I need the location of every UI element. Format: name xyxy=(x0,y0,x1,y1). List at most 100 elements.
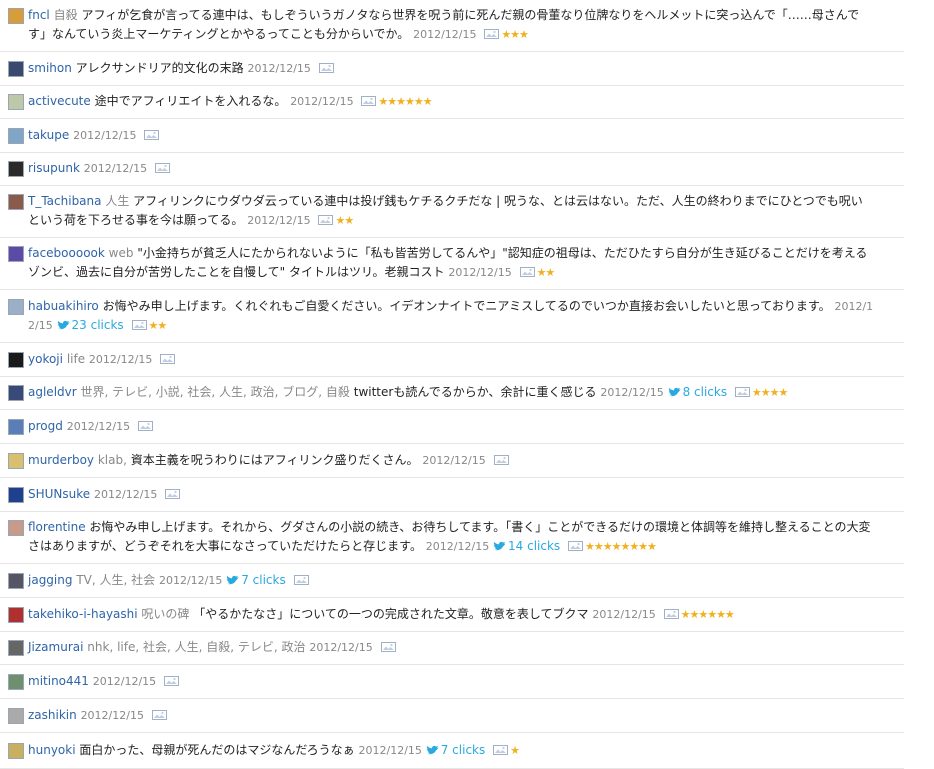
image-icon[interactable] xyxy=(568,538,584,551)
star-rating[interactable]: ★★★★ xyxy=(752,386,788,399)
username-link[interactable]: Jizamurai xyxy=(28,640,83,654)
image-icon[interactable] xyxy=(663,606,679,619)
timestamp[interactable]: 2012/12/15 xyxy=(413,28,476,41)
avatar[interactable] xyxy=(8,128,24,144)
avatar[interactable] xyxy=(8,419,24,435)
image-icon[interactable] xyxy=(144,127,160,140)
image-icon[interactable] xyxy=(493,452,509,465)
star-rating[interactable]: ★★★★★★ xyxy=(378,95,432,108)
username-link[interactable]: mitino441 xyxy=(28,674,89,688)
timestamp[interactable]: 2012/12/15 xyxy=(290,95,353,108)
star-rating[interactable]: ★★ xyxy=(149,319,168,332)
timestamp[interactable]: 2012/12/15 xyxy=(422,454,485,467)
image-icon[interactable] xyxy=(734,384,750,397)
tags[interactable]: 呪いの碑 xyxy=(141,607,189,621)
tweet-clicks-link[interactable]: 8 clicks xyxy=(668,385,727,399)
timestamp[interactable]: 2012/12/15 xyxy=(600,386,663,399)
username-link[interactable]: agleldvr xyxy=(28,385,77,399)
timestamp[interactable]: 2012/12/15 xyxy=(309,641,372,654)
star-rating[interactable]: ★★ xyxy=(537,266,556,279)
username-link[interactable]: T_Tachibana xyxy=(28,194,102,208)
avatar[interactable] xyxy=(8,607,24,623)
timestamp[interactable]: 2012/12/15 xyxy=(359,744,422,757)
timestamp[interactable]: 2012/12/15 xyxy=(592,608,655,621)
tags[interactable]: 自殺 xyxy=(54,8,78,22)
avatar[interactable] xyxy=(8,61,24,77)
tags[interactable]: klab, xyxy=(98,453,127,467)
tags[interactable]: nhk, life, 社会, 人生, 自殺, テレビ, 政治 xyxy=(87,640,305,654)
tags[interactable]: life xyxy=(67,352,85,366)
tweet-clicks-link[interactable]: 14 clicks xyxy=(493,539,560,553)
avatar[interactable] xyxy=(8,520,24,536)
image-icon[interactable] xyxy=(361,93,377,106)
username-link[interactable]: zashikin xyxy=(28,708,77,722)
timestamp[interactable]: 2012/12/15 xyxy=(426,540,489,553)
timestamp[interactable]: 2012/12/15 xyxy=(81,709,144,722)
tweet-clicks-link[interactable]: 23 clicks xyxy=(57,318,124,332)
image-icon[interactable] xyxy=(519,264,535,277)
username-link[interactable]: smihon xyxy=(28,61,72,75)
username-link[interactable]: florentine xyxy=(28,520,86,534)
image-icon[interactable] xyxy=(484,26,500,39)
tags[interactable]: 人生 xyxy=(105,194,129,208)
username-link[interactable]: takehiko-i-hayashi xyxy=(28,607,138,621)
image-icon[interactable] xyxy=(137,418,153,431)
tags[interactable]: web xyxy=(109,246,134,260)
avatar[interactable] xyxy=(8,161,24,177)
star-rating[interactable]: ★★★★★★ xyxy=(681,608,735,621)
tweet-clicks-link[interactable]: 7 clicks xyxy=(226,573,286,587)
avatar[interactable] xyxy=(8,743,24,759)
tweet-clicks-link[interactable]: 7 clicks xyxy=(426,743,485,757)
image-icon[interactable] xyxy=(163,673,179,686)
timestamp[interactable]: 2012/12/15 xyxy=(94,488,157,501)
timestamp[interactable]: 2012/12/15 xyxy=(67,420,130,433)
avatar[interactable] xyxy=(8,573,24,589)
username-link[interactable]: risupunk xyxy=(28,161,80,175)
avatar[interactable] xyxy=(8,674,24,690)
username-link[interactable]: yokoji xyxy=(28,352,63,366)
avatar[interactable] xyxy=(8,194,24,210)
image-icon[interactable] xyxy=(151,707,167,720)
username-link[interactable]: habuakihiro xyxy=(28,299,99,313)
star-rating[interactable]: ★★★★★★★★ xyxy=(585,540,657,553)
timestamp[interactable]: 2012/12/15 xyxy=(73,129,136,142)
timestamp[interactable]: 2012/12/15 xyxy=(93,675,156,688)
timestamp[interactable]: 2012/12/15 xyxy=(159,574,222,587)
username-link[interactable]: hunyoki xyxy=(28,743,76,757)
timestamp[interactable]: 2012/12/15 xyxy=(84,162,147,175)
username-link[interactable]: activecute xyxy=(28,94,91,108)
star-rating[interactable]: ★ xyxy=(510,744,520,757)
star-rating[interactable]: ★★ xyxy=(335,214,354,227)
timestamp[interactable]: 2012/12/15 xyxy=(247,214,310,227)
image-icon[interactable] xyxy=(154,160,170,173)
timestamp[interactable]: 2012/12/15 xyxy=(89,353,152,366)
username-link[interactable]: takupe xyxy=(28,128,69,142)
avatar[interactable] xyxy=(8,453,24,469)
image-icon[interactable] xyxy=(131,317,147,330)
avatar[interactable] xyxy=(8,299,24,315)
tags[interactable]: 世界, テレビ, 小説, 社会, 人生, 政治, ブログ, 自殺 xyxy=(81,385,350,399)
star-rating[interactable]: ★★★ xyxy=(501,28,529,41)
image-icon[interactable] xyxy=(380,639,396,652)
image-icon[interactable] xyxy=(160,351,176,364)
avatar[interactable] xyxy=(8,640,24,656)
timestamp[interactable]: 2012/12/15 xyxy=(248,62,311,75)
avatar[interactable] xyxy=(8,708,24,724)
image-icon[interactable] xyxy=(493,742,509,755)
username-link[interactable]: murderboy xyxy=(28,453,94,467)
tags[interactable]: TV, 人生, 社会 xyxy=(76,573,155,587)
image-icon[interactable] xyxy=(318,212,334,225)
username-link[interactable]: jagging xyxy=(28,573,72,587)
avatar[interactable] xyxy=(8,246,24,262)
timestamp[interactable]: 2012/12/15 xyxy=(448,266,511,279)
avatar[interactable] xyxy=(8,487,24,503)
avatar[interactable] xyxy=(8,385,24,401)
avatar[interactable] xyxy=(8,8,24,24)
username-link[interactable]: faceboooook xyxy=(28,246,105,260)
image-icon[interactable] xyxy=(165,486,181,499)
avatar[interactable] xyxy=(8,94,24,110)
username-link[interactable]: progd xyxy=(28,419,63,433)
image-icon[interactable] xyxy=(293,572,309,585)
username-link[interactable]: fncl xyxy=(28,8,50,22)
image-icon[interactable] xyxy=(318,60,334,73)
